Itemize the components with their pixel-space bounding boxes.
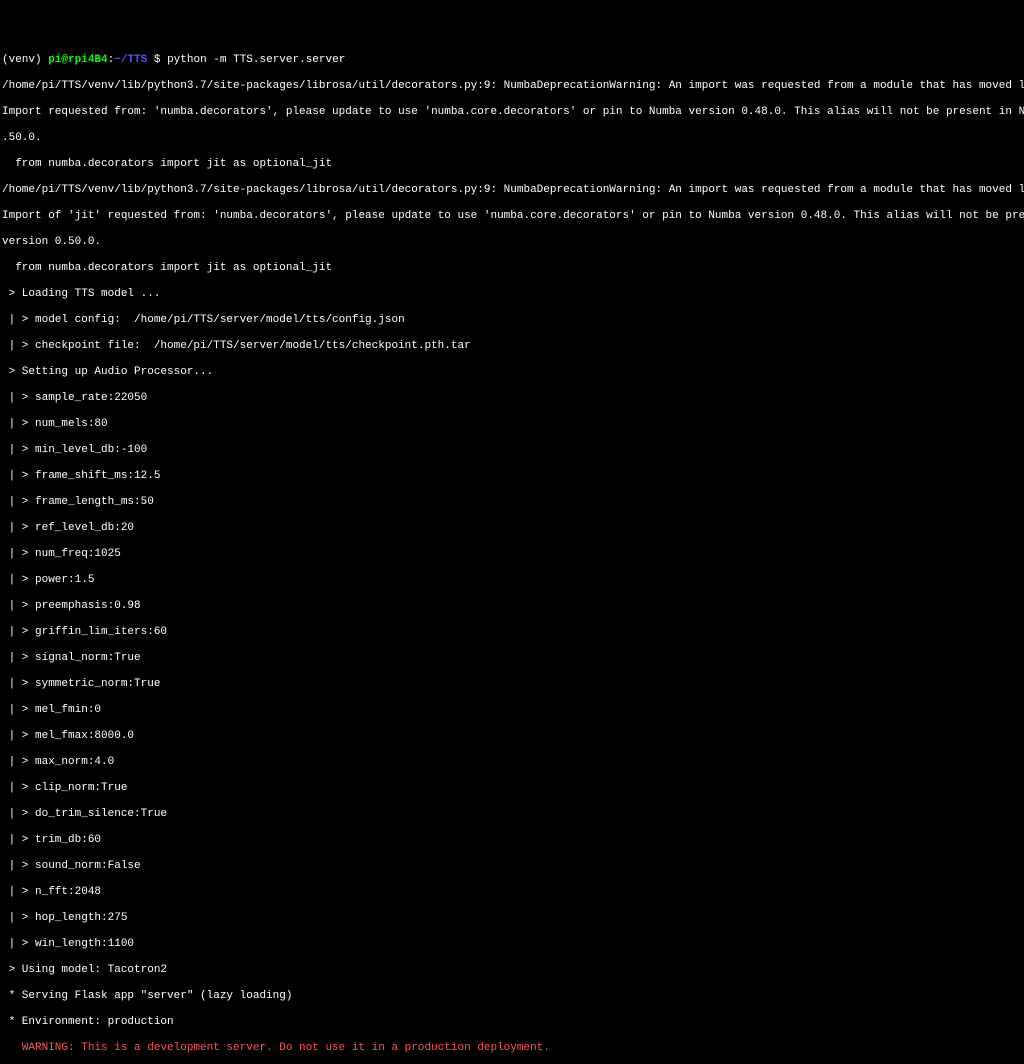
warning-line: WARNING: This is a development server. D… bbox=[2, 1042, 1022, 1055]
command-text: python -m TTS.server.server bbox=[167, 54, 345, 66]
prompt-dollar: $ bbox=[147, 54, 167, 66]
output-line: * Serving Flask app "server" (lazy loadi… bbox=[2, 990, 1022, 1003]
prompt-line: (venv) pi@rpi4B4:~/TTS $ python -m TTS.s… bbox=[2, 54, 1022, 67]
output-line: > Loading TTS model ... bbox=[2, 288, 1022, 301]
output-line: | > frame_length_ms:50 bbox=[2, 496, 1022, 509]
output-line: * Environment: production bbox=[2, 1016, 1022, 1029]
output-line: Import requested from: 'numba.decorators… bbox=[2, 106, 1022, 119]
output-line: | > trim_db:60 bbox=[2, 834, 1022, 847]
prompt-user: pi@rpi4B4 bbox=[48, 54, 107, 66]
output-line: Import of 'jit' requested from: 'numba.d… bbox=[2, 210, 1022, 223]
output-line: | > win_length:1100 bbox=[2, 938, 1022, 951]
output-line: | > sound_norm:False bbox=[2, 860, 1022, 873]
output-line: | > checkpoint file: /home/pi/TTS/server… bbox=[2, 340, 1022, 353]
output-line: | > num_mels:80 bbox=[2, 418, 1022, 431]
output-line: > Setting up Audio Processor... bbox=[2, 366, 1022, 379]
output-line: .50.0. bbox=[2, 132, 1022, 145]
output-line: | > model config: /home/pi/TTS/server/mo… bbox=[2, 314, 1022, 327]
output-line: | > num_freq:1025 bbox=[2, 548, 1022, 561]
output-line: version 0.50.0. bbox=[2, 236, 1022, 249]
prompt-venv: (venv) bbox=[2, 54, 48, 66]
output-line: | > ref_level_db:20 bbox=[2, 522, 1022, 535]
output-line: | > griffin_lim_iters:60 bbox=[2, 626, 1022, 639]
terminal-output[interactable]: (venv) pi@rpi4B4:~/TTS $ python -m TTS.s… bbox=[2, 54, 1022, 1064]
output-line: | > symmetric_norm:True bbox=[2, 678, 1022, 691]
output-line: | > signal_norm:True bbox=[2, 652, 1022, 665]
output-line: | > preemphasis:0.98 bbox=[2, 600, 1022, 613]
output-line: | > power:1.5 bbox=[2, 574, 1022, 587]
prompt-path: ~/TTS bbox=[114, 54, 147, 66]
output-line: | > max_norm:4.0 bbox=[2, 756, 1022, 769]
output-line: | > mel_fmax:8000.0 bbox=[2, 730, 1022, 743]
output-line: from numba.decorators import jit as opti… bbox=[2, 158, 1022, 171]
output-line: | > clip_norm:True bbox=[2, 782, 1022, 795]
output-line: | > n_fft:2048 bbox=[2, 886, 1022, 899]
output-line: | > min_level_db:-100 bbox=[2, 444, 1022, 457]
output-line: | > do_trim_silence:True bbox=[2, 808, 1022, 821]
output-line: /home/pi/TTS/venv/lib/python3.7/site-pac… bbox=[2, 80, 1022, 93]
output-line: from numba.decorators import jit as opti… bbox=[2, 262, 1022, 275]
output-line: /home/pi/TTS/venv/lib/python3.7/site-pac… bbox=[2, 184, 1022, 197]
output-line: | > mel_fmin:0 bbox=[2, 704, 1022, 717]
output-line: > Using model: Tacotron2 bbox=[2, 964, 1022, 977]
output-line: | > frame_shift_ms:12.5 bbox=[2, 470, 1022, 483]
output-line: | > sample_rate:22050 bbox=[2, 392, 1022, 405]
output-line: | > hop_length:275 bbox=[2, 912, 1022, 925]
